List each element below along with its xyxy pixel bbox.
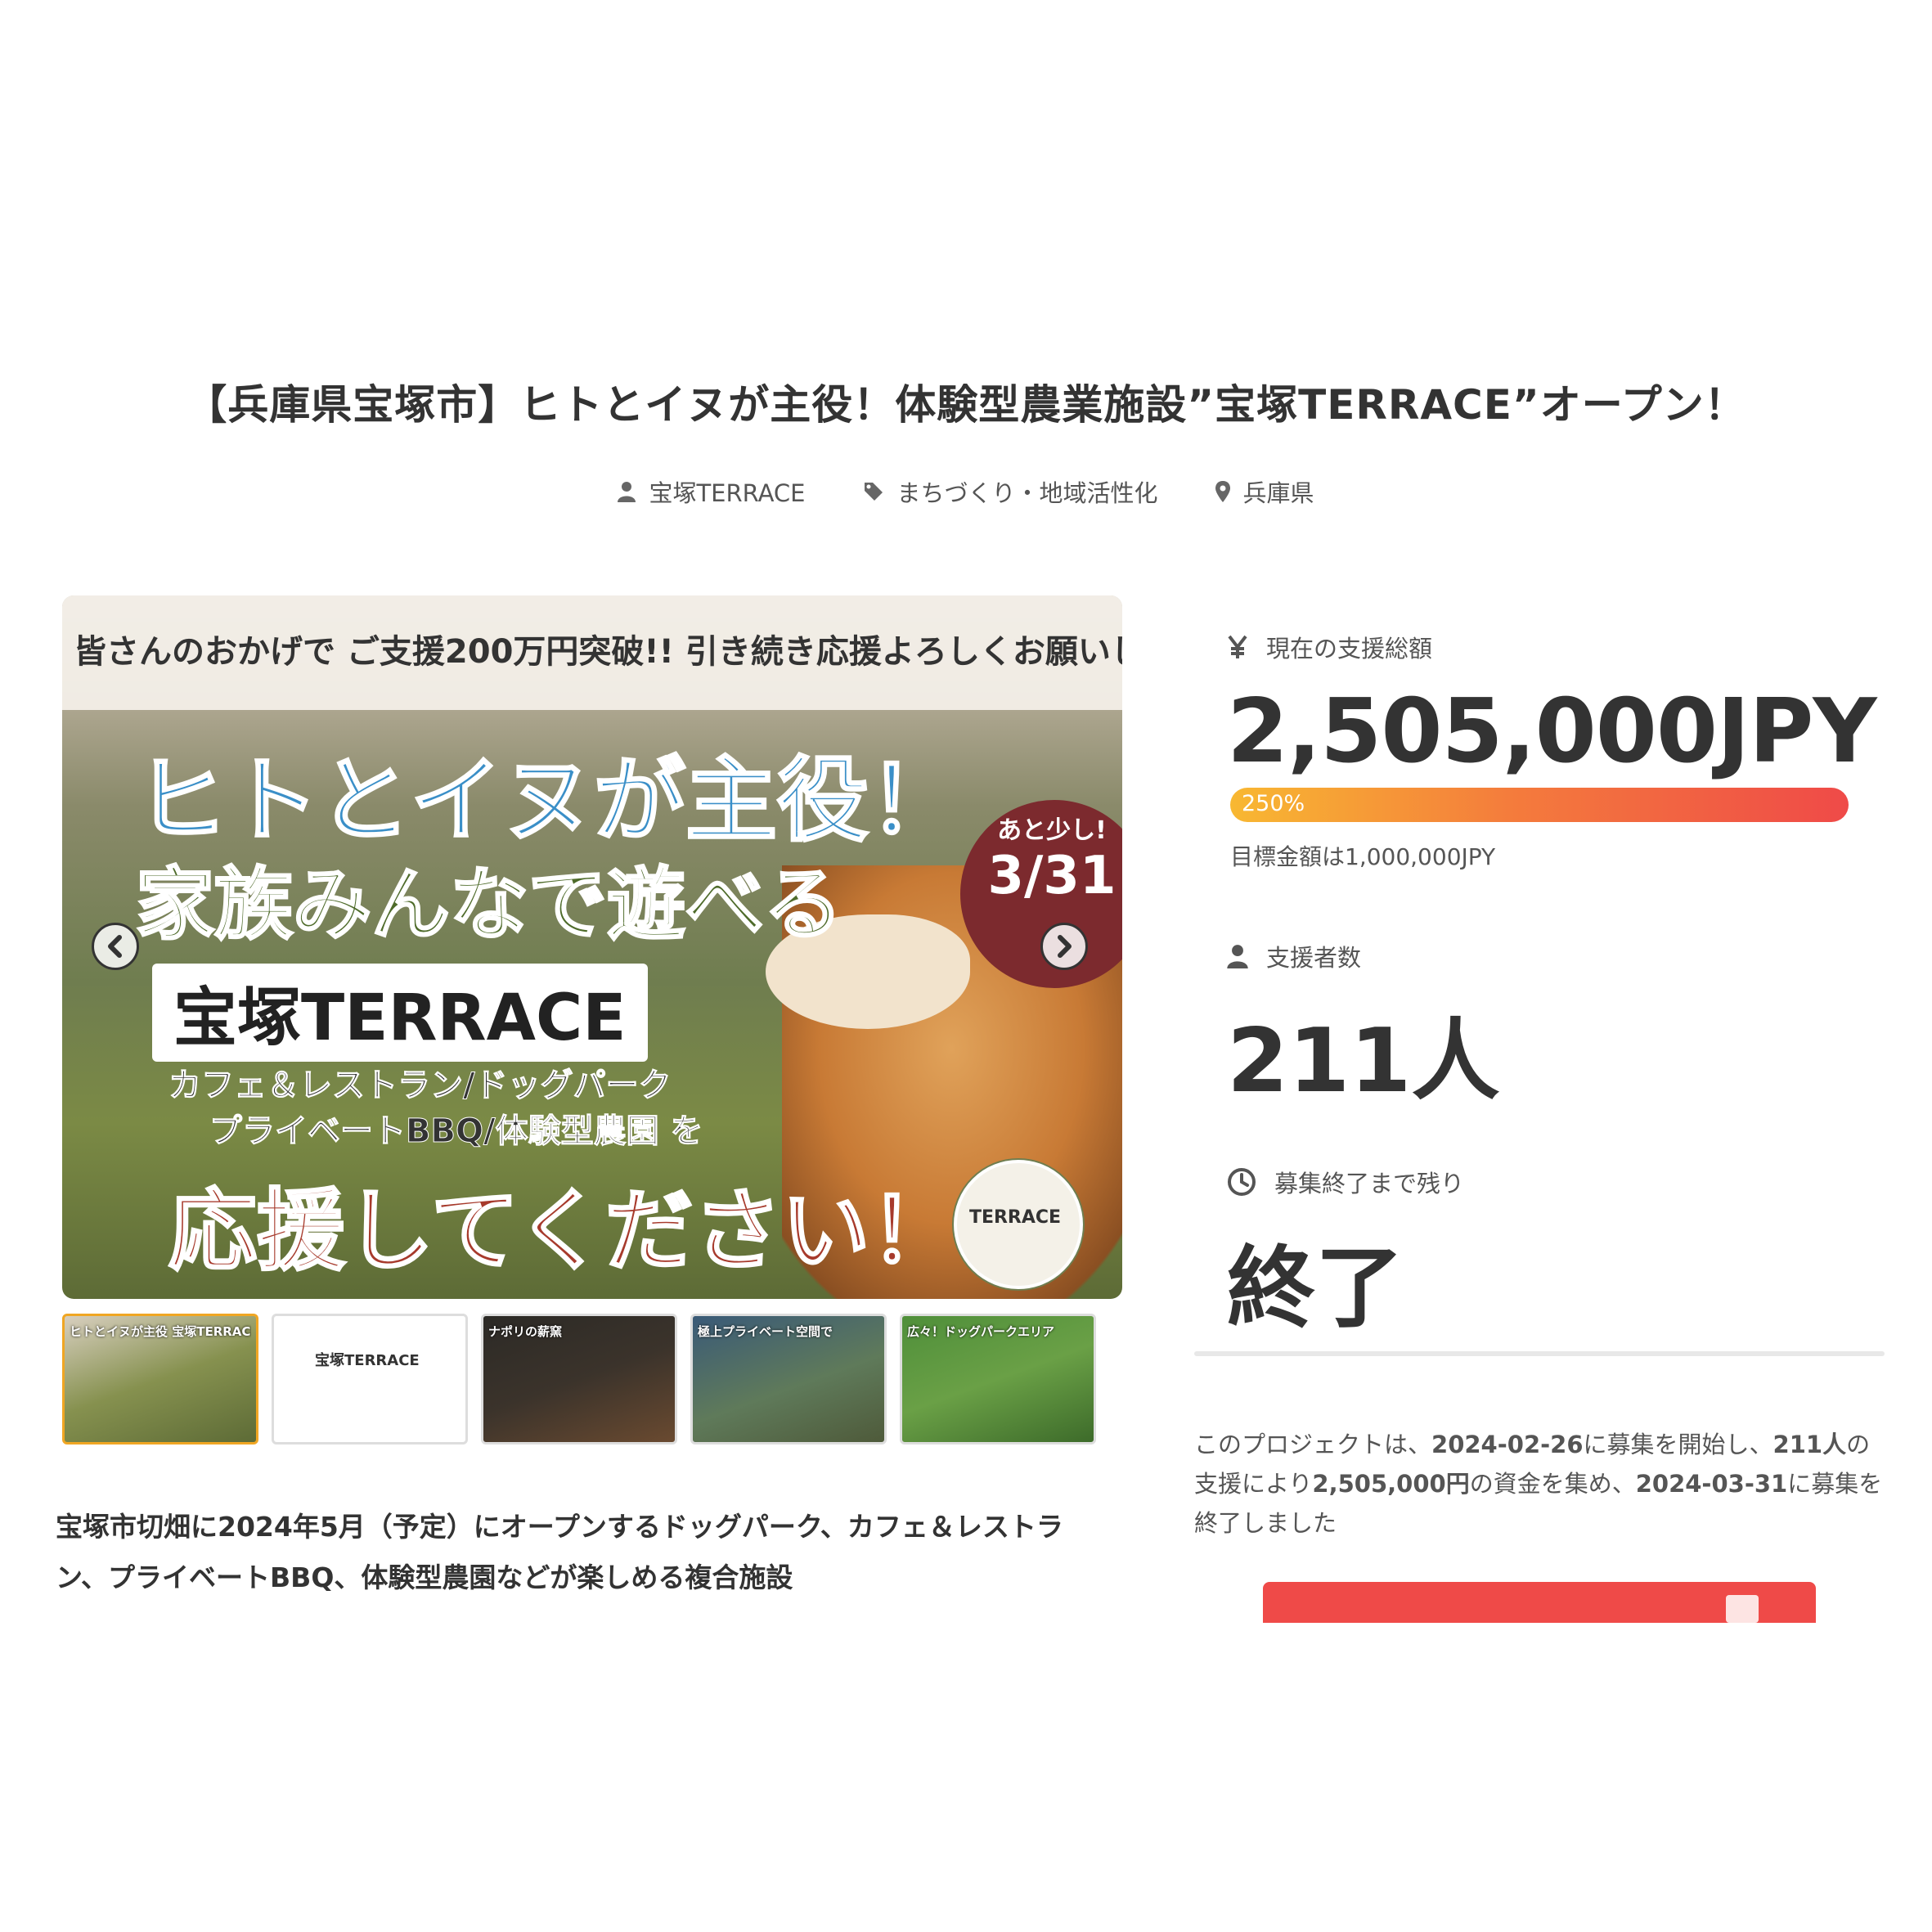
backers-label: 支援者数 <box>1227 939 1361 973</box>
project-description: 宝塚市切畑に2024年5月（予定）にオープンするドッグパーク、カフェ＆レストラン… <box>56 1511 1063 1593</box>
hero-name-text: 宝塚TERRACE <box>152 964 648 1062</box>
meta-category-label: まちづくり・地域活性化 <box>896 479 1158 507</box>
map-pin-icon <box>1215 481 1230 502</box>
project-summary: このプロジェクトは、2024-02-26に募集を開始し、211人の支援により2,… <box>1194 1425 1889 1543</box>
thumbnail-caption: ナポリの薪窯 <box>488 1324 563 1339</box>
badge-date-text: 3/31 <box>987 846 1117 906</box>
remaining-label: 募集終了まで残り <box>1227 1165 1464 1199</box>
funding-progress-text: 250% <box>1242 791 1305 816</box>
thumbnail-caption: 極上プライベート空間で <box>698 1324 833 1339</box>
meta-owner[interactable]: 宝塚TERRACE <box>618 474 806 509</box>
hero-headline: ヒトとイヌが主役！ <box>135 747 962 856</box>
thumbnail-caption: ヒトとイヌが主役 宝塚TERRACE <box>70 1324 251 1339</box>
thumbnail-1[interactable]: ヒトとイヌが主役 宝塚TERRACE <box>62 1314 258 1445</box>
summary-text: このプロジェクトは、 <box>1194 1431 1432 1458</box>
tag-icon <box>864 483 883 501</box>
summary-amount: 2,505,000円 <box>1312 1470 1470 1498</box>
thumbnail-4[interactable]: 極上プライベート空間で <box>690 1314 887 1445</box>
hero-support-text: 応援してください！ <box>168 1179 960 1284</box>
thumbnail-strip: ヒトとイヌが主役 宝塚TERRACE 宝塚TERRACE ナポリの薪窯 極上プラ… <box>62 1314 1096 1445</box>
backers-value: 211人 <box>1227 1010 1500 1112</box>
summary-end-date: 2024-03-31 <box>1635 1470 1788 1498</box>
hero-sub-text-2: プライベートBBQ/体験型農園 を <box>209 1112 704 1151</box>
total-amount-label: 現在の支援総額 <box>1227 630 1432 664</box>
carousel-prev-button[interactable] <box>92 923 139 970</box>
meta-category[interactable]: まちづくり・地域活性化 <box>863 474 1158 509</box>
hero-top-text: 皆さんのおかげで ご支援200万円突破!! 引き続き応援よろしくお願いします! <box>74 633 1122 671</box>
meta-owner-label: 宝塚TERRACE <box>649 479 806 507</box>
thumbnail-3[interactable]: ナポリの薪窯 <box>481 1314 677 1445</box>
chevron-right-icon <box>1058 935 1072 958</box>
thumbnail-5[interactable]: 広々！ドッグパークエリア <box>900 1314 1096 1445</box>
remaining-value: 終了 <box>1227 1238 1404 1340</box>
thumbnail-2[interactable]: 宝塚TERRACE <box>272 1314 468 1445</box>
hero-sub-text-1: カフェ＆レストラン/ドッグパーク <box>168 1067 672 1105</box>
deadline-badge-text: あと少し! 3/31 <box>970 810 1122 906</box>
summary-text: の資金を集め、 <box>1469 1470 1636 1498</box>
terrace-logo-text: TERRACE <box>968 1207 1062 1228</box>
thumbnail-caption: 宝塚TERRACE <box>315 1352 420 1369</box>
backers-label-text: 支援者数 <box>1266 944 1362 972</box>
thumbnail-caption: 広々！ドッグパークエリア <box>907 1324 1055 1339</box>
support-button[interactable] <box>1263 1582 1816 1623</box>
carousel-next-button[interactable] <box>1040 923 1088 970</box>
yen-icon <box>1228 635 1247 658</box>
meta-location-label: 兵庫県 <box>1242 479 1314 507</box>
cta-icon <box>1726 1595 1759 1623</box>
clock-icon <box>1228 1168 1256 1196</box>
goal-amount-text: 目標金額は1,000,000JPY <box>1230 843 1496 870</box>
badge-top-text: あと少し! <box>997 816 1107 845</box>
user-icon <box>618 482 636 502</box>
total-amount-label-text: 現在の支援総額 <box>1266 635 1433 663</box>
panel-divider <box>1194 1351 1885 1356</box>
total-amount-value: 2,505,000JPY <box>1227 681 1877 783</box>
remaining-label-text: 募集終了まで残り <box>1274 1170 1465 1197</box>
summary-start-date: 2024-02-26 <box>1431 1431 1584 1458</box>
project-meta: 宝塚TERRACE まちづくり・地域活性化 兵庫県 <box>0 474 1932 509</box>
chevron-left-icon <box>108 935 122 958</box>
meta-location[interactable]: 兵庫県 <box>1215 474 1314 509</box>
project-title: 【兵庫県宝塚市】ヒトとイヌが主役！体験型農業施設”宝塚TERRACE”オープン！ <box>186 381 1746 429</box>
hero-family-text: 家族みんなで遊べる <box>135 858 844 952</box>
summary-backers: 211人 <box>1772 1431 1847 1458</box>
hero-image-carousel[interactable]: あと少し! 3/31 TERRACE 皆さんのおかげで ご支援200万円突破!!… <box>62 595 1122 1299</box>
funding-progress-bar: 250% <box>1230 788 1849 822</box>
user-icon <box>1227 945 1248 968</box>
summary-text: に募集を開始し、 <box>1583 1431 1773 1458</box>
